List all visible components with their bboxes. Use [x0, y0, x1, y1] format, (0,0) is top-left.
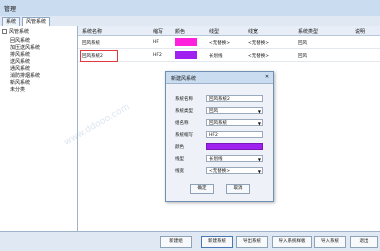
- tree-item[interactable]: 送风系统: [10, 58, 30, 65]
- tree-item[interactable]: 消防排烟系统: [10, 72, 40, 79]
- window-title: 管理: [4, 6, 17, 13]
- group-select[interactable]: 回风系统 ▼: [206, 119, 263, 126]
- chevron-down-icon[interactable]: ▼: [258, 120, 261, 127]
- collapse-icon[interactable]: [2, 29, 7, 34]
- tab-duct-system[interactable]: 风管系统: [22, 17, 51, 26]
- system-tree: 风管系统 回风系统 加压送风系统 排风系统 送风系统 通风系统 消防排烟系统 新…: [0, 26, 78, 231]
- new-system-button[interactable]: 新建系统: [201, 236, 233, 248]
- dialog-title: 新建风系统: [171, 76, 197, 82]
- col-linetype[interactable]: 线型: [209, 28, 219, 35]
- chevron-down-icon[interactable]: ▼: [258, 156, 261, 163]
- table-header: 系统名称 缩写 颜色 线型 线宽 系统类型 说明: [78, 26, 380, 36]
- tab-system[interactable]: 系统: [2, 17, 21, 26]
- abbr-field[interactable]: HF2: [206, 131, 263, 138]
- cancel-button[interactable]: 取消: [226, 184, 250, 194]
- table-row[interactable]: 回风系统 HF <无替换> <无替换> 回风: [78, 36, 380, 49]
- color-swatch[interactable]: [175, 51, 197, 59]
- title-bar: 管理: [0, 0, 380, 17]
- tree-root[interactable]: 风管系统: [2, 28, 29, 35]
- linetype-select[interactable]: 长划线 ▼: [206, 155, 263, 162]
- label-group: 组名称: [175, 121, 189, 126]
- label-linewidth: 线宽: [175, 169, 184, 174]
- import-system-button[interactable]: 导入系统: [314, 236, 346, 248]
- tab-bar: 系统 风管系统: [0, 16, 380, 26]
- tree-item[interactable]: 通风系统: [10, 65, 30, 72]
- col-linewidth[interactable]: 线宽: [248, 28, 258, 35]
- linewidth-value: <无替换>: [209, 169, 231, 174]
- group-value: 回风系统: [209, 121, 227, 126]
- linewidth-select[interactable]: <无替换> ▼: [206, 167, 263, 174]
- exit-button[interactable]: 退出: [350, 236, 378, 248]
- label-abbr: 系统缩写: [175, 133, 193, 138]
- chevron-down-icon[interactable]: ▼: [258, 168, 261, 175]
- cell-name: 回风系统2: [82, 54, 103, 59]
- label-name: 系统名称: [175, 97, 193, 102]
- col-desc[interactable]: 说明: [355, 28, 365, 35]
- cell-type: 回风: [298, 41, 307, 46]
- type-value: 回风: [209, 109, 218, 114]
- label-color: 颜色: [175, 145, 184, 150]
- cell-name: 回风系统: [82, 41, 100, 46]
- table-row[interactable]: 回风系统2 HF2 长划线 <无替换> 回风: [78, 49, 380, 62]
- color-picker[interactable]: [206, 143, 263, 150]
- import-template-button[interactable]: 导入系统样板: [272, 236, 312, 248]
- type-select[interactable]: 回风 ▼: [206, 107, 263, 114]
- cell-type: 回风: [298, 54, 307, 59]
- cell-linetype: <无替换>: [209, 41, 231, 46]
- tree-item[interactable]: 未分类: [10, 86, 25, 93]
- tree-item[interactable]: 加压送风系统: [10, 44, 40, 51]
- tree-item[interactable]: 回风系统: [10, 37, 30, 44]
- chevron-down-icon[interactable]: ▼: [258, 108, 261, 115]
- close-icon[interactable]: ✕: [264, 74, 270, 80]
- dialog-title-bar: 新建风系统 ✕: [166, 72, 273, 84]
- cell-linewidth: <无替换>: [248, 41, 270, 46]
- ok-button[interactable]: 确定: [190, 184, 214, 194]
- cell-linetype: 长划线: [209, 54, 223, 59]
- label-linetype: 线型: [175, 157, 184, 162]
- cell-linewidth: <无替换>: [248, 54, 270, 59]
- cell-abbr: HF: [153, 40, 159, 45]
- col-color[interactable]: 颜色: [175, 28, 185, 35]
- new-system-dialog: 新建风系统 ✕ 系统名称 回风系统2 系统类型 回风 ▼ 组名称 回风系统 ▼ …: [165, 71, 274, 202]
- label-type: 系统类型: [175, 109, 193, 114]
- col-type[interactable]: 系统类型: [298, 28, 318, 35]
- footer-toolbar: 新建组 新建系统 导出系统 导入系统样板 导入系统 退出: [0, 231, 380, 251]
- color-swatch[interactable]: [175, 38, 197, 46]
- tree-item[interactable]: 排风系统: [10, 51, 30, 58]
- cell-abbr: HF2: [153, 53, 162, 58]
- new-group-button[interactable]: 新建组: [160, 236, 192, 248]
- tree-item[interactable]: 新风系统: [10, 79, 30, 86]
- export-system-button[interactable]: 导出系统: [236, 236, 268, 248]
- name-field[interactable]: 回风系统2: [206, 95, 263, 102]
- linetype-value: 长划线: [209, 157, 223, 162]
- col-abbr[interactable]: 缩写: [153, 28, 163, 35]
- col-name[interactable]: 系统名称: [82, 28, 102, 35]
